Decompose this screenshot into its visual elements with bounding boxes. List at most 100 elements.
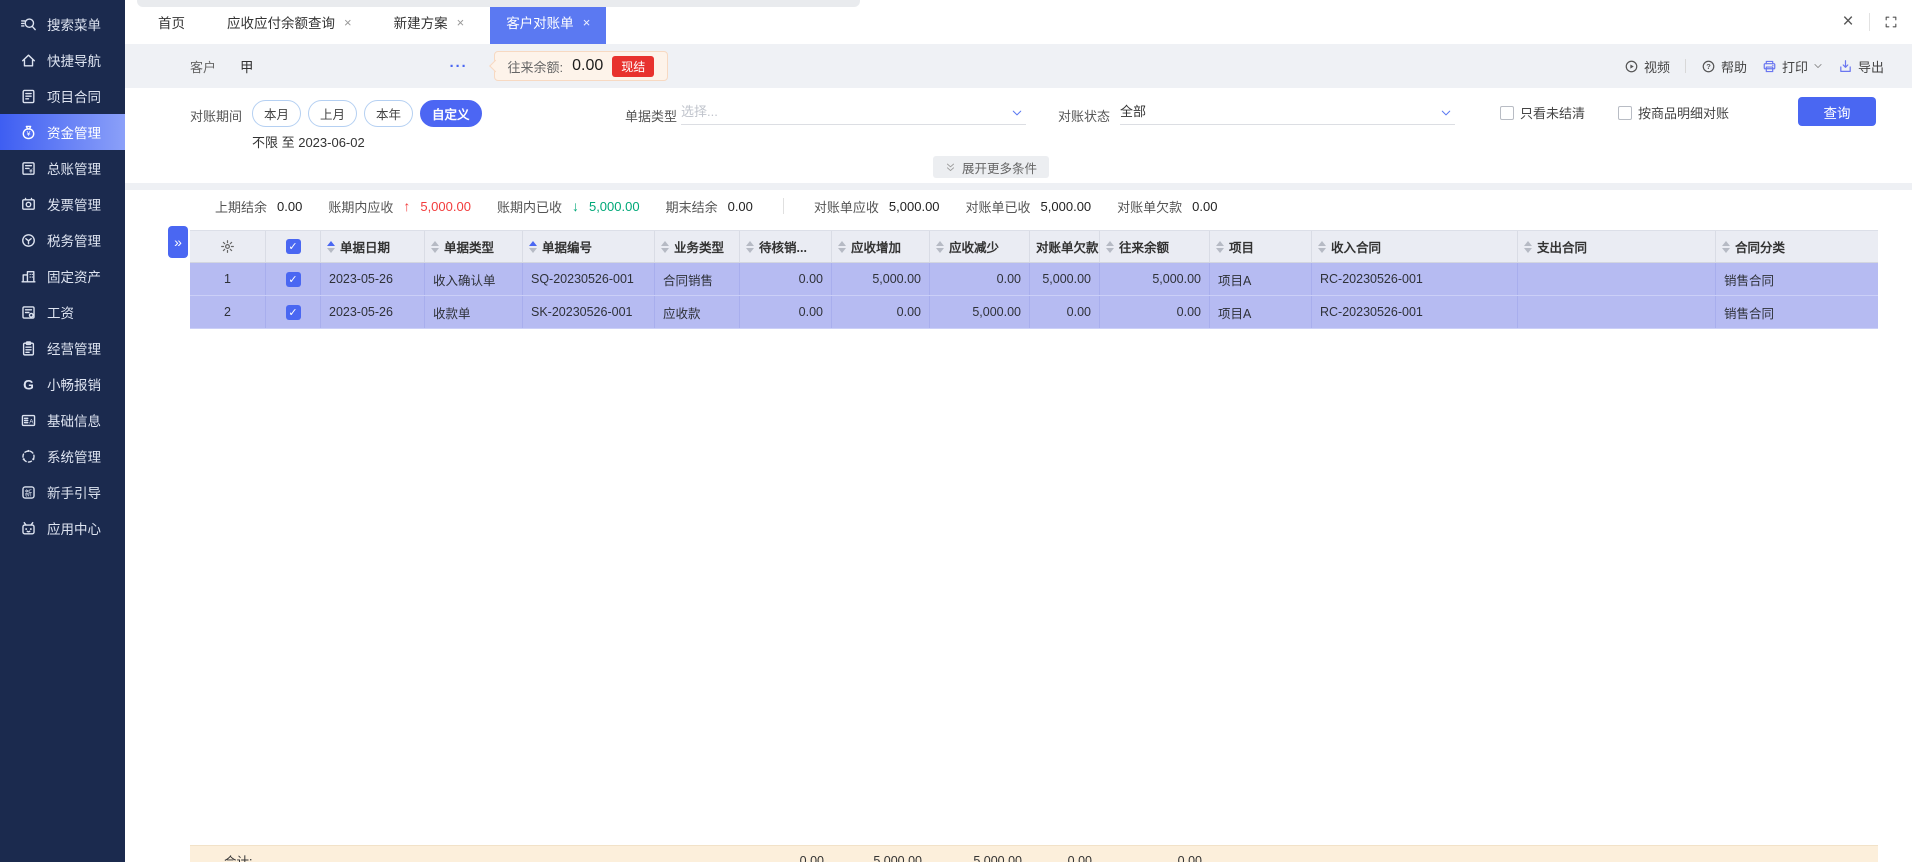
sidebar-item-发票管理[interactable]: 发票管理: [0, 186, 125, 222]
column-header-check[interactable]: ✓: [266, 231, 321, 262]
select-all-checkbox[interactable]: ✓: [285, 239, 301, 254]
toolbar: 客户 甲 ··· 往来余额: 0.00 现结 视频? 帮助 打印 导出: [125, 44, 1912, 88]
period-option-上月[interactable]: 上月: [308, 100, 358, 127]
data-table: ✓ 单据日期 单据类型 单据编号 业务类型 待核销... 应收增加 应收减少 对账单欠款 往来余额…: [190, 230, 1878, 329]
column-header-idx[interactable]: [190, 231, 266, 262]
sidebar-item-资金管理[interactable]: ¥ 资金管理: [0, 114, 125, 150]
doc-type-select[interactable]: 选择...: [681, 98, 1026, 125]
summary-strip: 上期结余 0.00 账期内应收 ↑ 5,000.00 账期内已收 ↓ 5,000.00 期末结余…: [215, 194, 1217, 218]
sidebar-item-小畅报销[interactable]: G 小畅报销: [0, 366, 125, 402]
sort-desc-icon: [661, 247, 669, 253]
tab-label: 新建方案: [393, 16, 448, 31]
sidebar-item-固定资产[interactable]: 固定资产: [0, 258, 125, 294]
invoice-icon: [20, 196, 37, 213]
period-option-本月[interactable]: 本月: [252, 100, 302, 127]
more-icon[interactable]: ···: [450, 58, 468, 75]
document-link[interactable]: SQ-20230526-001: [531, 272, 634, 286]
sidebar-item-label: 搜索菜单: [47, 18, 101, 33]
column-header-单据日期[interactable]: 单据日期: [321, 231, 425, 262]
expand-more-button[interactable]: 展开更多条件: [933, 156, 1050, 178]
close-icon[interactable]: ×: [457, 15, 465, 30]
cell-pending: 0.00: [740, 296, 832, 328]
column-header-单据类型[interactable]: 单据类型: [425, 231, 523, 262]
sidebar-item-经营管理[interactable]: 经营管理: [0, 330, 125, 366]
window-close-icon[interactable]: ×: [1827, 0, 1869, 44]
checkbox-icon: [1618, 105, 1632, 120]
sidebar-item-label: 快捷导航: [47, 54, 101, 69]
toolbar-divider: [1684, 59, 1686, 73]
action-视频[interactable]: 视频: [1624, 57, 1670, 76]
cell-expense_contract: [1518, 263, 1716, 295]
fullscreen-icon[interactable]: [1870, 0, 1912, 44]
row-checkbox[interactable]: ✓: [285, 304, 301, 320]
table-row[interactable]: 1 ✓ 2023-05-26 收入确认单 SQ-20230526-001 合同销售 0.00…: [190, 263, 1878, 296]
sort-icon: [1722, 240, 1730, 253]
cell-balance: 5,000.00: [1100, 263, 1210, 295]
sort-desc-icon: [1318, 247, 1326, 253]
total-biz: [655, 846, 740, 862]
table-row[interactable]: 2 ✓ 2023-05-26 收款单 SK-20230526-001 应收款 0.00 0.0…: [190, 296, 1878, 329]
sidebar-item-label: 总账管理: [47, 162, 101, 177]
sidebar-item-工资[interactable]: 工资: [0, 294, 125, 330]
checkbox-by-item[interactable]: 按商品明细对账: [1618, 103, 1729, 122]
period-option-自定义[interactable]: 自定义: [420, 100, 482, 127]
period-range[interactable]: 不限 至 2023-06-02: [252, 132, 365, 151]
column-header-单据编号[interactable]: 单据编号: [523, 231, 655, 262]
status-select[interactable]: 全部: [1120, 98, 1455, 125]
sidebar-item-系统管理[interactable]: 系统管理: [0, 438, 125, 474]
summary-value: 5,000.00: [888, 198, 940, 214]
cell-expense_contract: [1518, 296, 1716, 328]
sort-icon: [1106, 240, 1114, 253]
column-label: 收入合同: [1331, 241, 1382, 255]
sidebar-item-总账管理[interactable]: ¥ 总账管理: [0, 150, 125, 186]
document-link[interactable]: SK-20230526-001: [531, 305, 632, 319]
column-header-应收增加[interactable]: 应收增加: [832, 231, 930, 262]
column-header-往来余额[interactable]: 往来余额: [1100, 231, 1210, 262]
action-导出[interactable]: 导出: [1838, 57, 1884, 76]
column-header-收入合同[interactable]: 收入合同: [1312, 231, 1518, 262]
summary-value: 5,000.00: [420, 198, 471, 214]
gear-icon[interactable]: [220, 239, 235, 254]
column-header-项目[interactable]: 项目: [1210, 231, 1312, 262]
action-帮助[interactable]: ? 帮助: [1701, 57, 1747, 76]
sidebar-item-新手引导[interactable]: 新 新手引导: [0, 474, 125, 510]
cell-balance: 0.00: [1100, 296, 1210, 328]
collapse-expander-button[interactable]: »: [168, 226, 188, 258]
sidebar-item-应用中心[interactable]: 应用中心: [0, 510, 125, 546]
customer-value[interactable]: 甲: [240, 56, 254, 76]
cell-contract_class: 销售合同: [1724, 273, 1775, 288]
sidebar-item-项目合同[interactable]: 项目合同: [0, 78, 125, 114]
search-button[interactable]: 查询: [1798, 97, 1876, 126]
close-icon[interactable]: ×: [344, 15, 352, 30]
close-icon[interactable]: ×: [583, 15, 591, 30]
column-header-待核销...[interactable]: 待核销...: [740, 231, 832, 262]
row-checkbox[interactable]: ✓: [285, 271, 301, 287]
column-header-合同分类[interactable]: 合同分类: [1716, 231, 1878, 262]
svg-text:新: 新: [25, 487, 33, 497]
column-header-应收减少[interactable]: 应收减少: [930, 231, 1030, 262]
cell-type: 收入确认单: [425, 263, 523, 295]
column-header-对账单欠款[interactable]: 对账单欠款: [1030, 231, 1100, 262]
cell-no: SQ-20230526-001: [523, 263, 655, 295]
table-header-row: ✓ 单据日期 单据类型 单据编号 业务类型 待核销... 应收增加 应收减少 对账单欠款 往来余额…: [190, 230, 1878, 263]
chevron-down-icon: [1011, 107, 1023, 119]
customer-label: 客户: [190, 59, 217, 75]
checkbox-unsettled[interactable]: 只看未结清: [1500, 103, 1585, 122]
cell-income_contract: RC-20230526-001: [1312, 263, 1518, 295]
sidebar-item-快捷导航[interactable]: 快捷导航: [0, 42, 125, 78]
sidebar-item-基础信息[interactable]: A 基础信息: [0, 402, 125, 438]
summary-item-账期内已收: 账期内已收 ↓ 5,000.00: [497, 197, 640, 216]
export-icon: [1838, 59, 1853, 74]
home-icon: [20, 52, 37, 69]
sidebar-item-搜索菜单[interactable]: 搜索菜单: [0, 6, 125, 42]
column-header-业务类型[interactable]: 业务类型: [655, 231, 740, 262]
settle-badge[interactable]: 现结: [612, 55, 655, 77]
period-option-本年[interactable]: 本年: [364, 100, 414, 127]
column-header-支出合同[interactable]: 支出合同: [1518, 231, 1716, 262]
sidebar-item-label: 工资: [47, 306, 74, 321]
column-label: 单据类型: [444, 241, 495, 255]
action-打印[interactable]: 打印: [1762, 57, 1823, 76]
sort-desc-icon: [1216, 247, 1224, 253]
sidebar-item-税务管理[interactable]: 税务管理: [0, 222, 125, 258]
period-label: 对账期间: [190, 109, 243, 124]
